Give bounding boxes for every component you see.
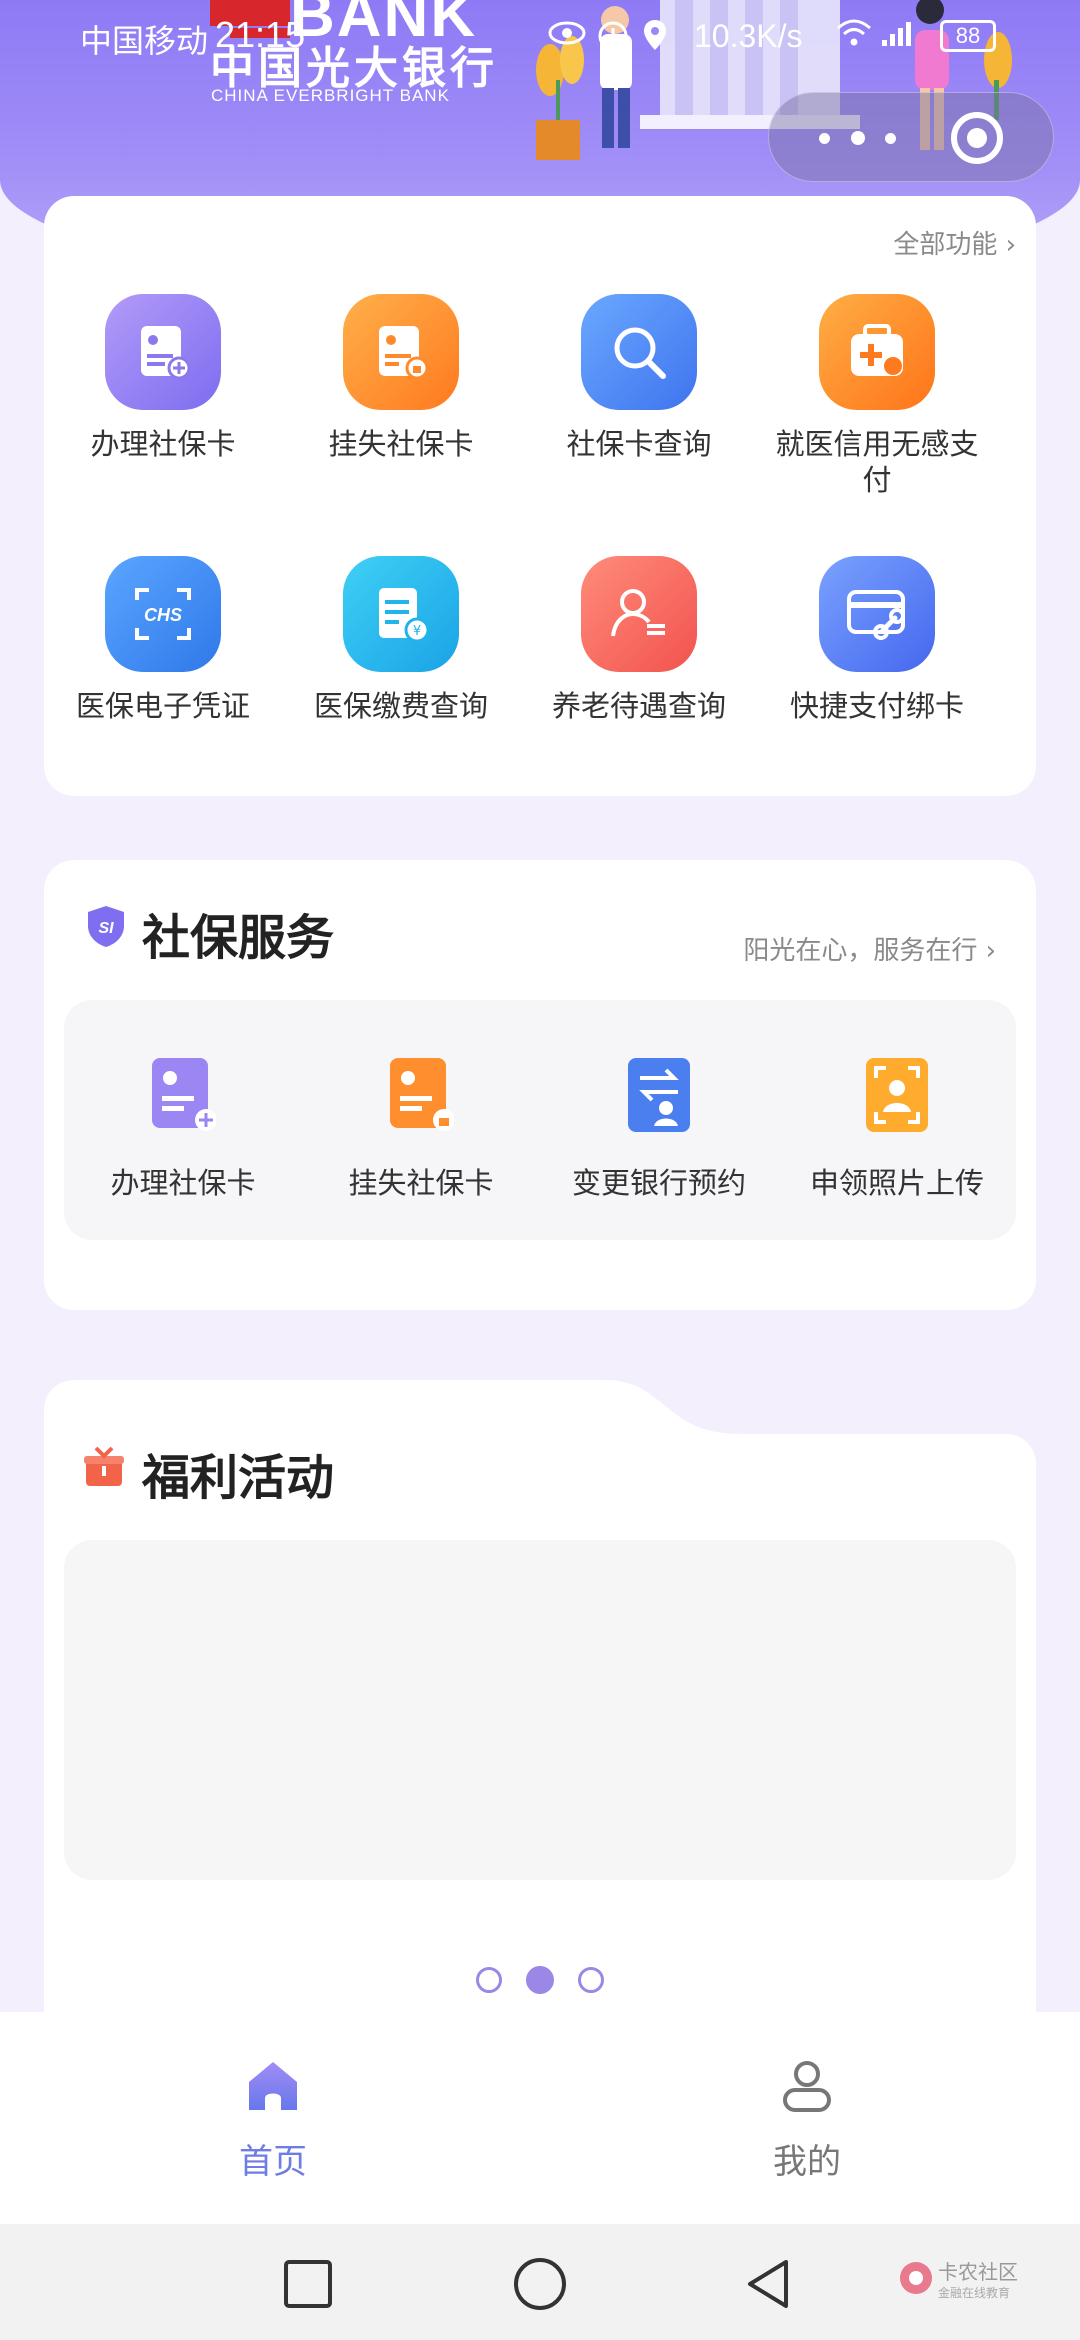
service-slogan-link[interactable]: 阳光在心，服务在行 ›: [743, 930, 996, 967]
svg-text:¥: ¥: [413, 624, 421, 639]
gift-icon: [84, 1446, 124, 1486]
tab-home[interactable]: 首页: [173, 2056, 373, 2183]
watermark-logo-icon: [900, 2262, 932, 2294]
clock: 21:15: [215, 14, 306, 55]
service-panel: 办理社保卡 挂失社保卡 变更银行预约 申领照片上传: [64, 1000, 1016, 1240]
recent-apps-icon[interactable]: [278, 2254, 338, 2314]
bank-name-en: CHINA EVERBRIGHT BANK: [211, 86, 450, 105]
function-report-lost[interactable]: 挂失社保卡: [282, 288, 520, 462]
medical-kit-icon: [807, 288, 935, 416]
function-medical-credit-pay[interactable]: 就医信用无感支付: [758, 288, 996, 498]
service-report-lost[interactable]: 挂失社保卡: [302, 1056, 540, 1202]
welfare-banner-placeholder[interactable]: [64, 1540, 1016, 1880]
pension-user-icon: [569, 550, 697, 678]
carousel-dot-active[interactable]: [526, 1966, 554, 1994]
watermark-title: 卡农社区: [938, 2260, 1018, 2284]
all-functions-label: 全部功能: [893, 230, 998, 260]
battery-indicator: 88: [940, 20, 996, 52]
carousel-dot[interactable]: [578, 1967, 604, 1993]
svg-text:CHS: CHS: [144, 605, 182, 625]
service-slogan-label: 阳光在心，服务在行: [743, 936, 978, 966]
close-mini-program-button[interactable]: [951, 112, 1003, 164]
lost-card-icon: [331, 288, 459, 416]
function-label: 快捷支付绑卡: [789, 689, 964, 723]
watermark-subtitle: 金融在线教育: [938, 2286, 1011, 2300]
tab-mine[interactable]: 我的: [707, 2056, 907, 2183]
home-icon: [249, 2062, 297, 2110]
function-label: 办理社保卡: [90, 427, 236, 461]
service-label: 挂失社保卡: [348, 1166, 494, 1200]
function-quick-pay-bind[interactable]: 快捷支付绑卡: [758, 550, 996, 724]
status-bar: 中国移动 21:15 10.3K/s 88: [0, 0, 1080, 74]
function-label: 养老待遇查询: [551, 689, 726, 723]
section-title: 社保服务: [142, 910, 335, 966]
carousel-dot[interactable]: [476, 1967, 502, 1993]
function-medical-e-voucher[interactable]: CHS 医保电子凭证: [44, 550, 282, 724]
back-icon[interactable]: [738, 2254, 798, 2314]
lost-card-icon: [390, 1058, 455, 1131]
function-label: 医保缴费查询: [313, 689, 488, 723]
si-shield-icon: SI: [88, 906, 124, 947]
function-apply-card[interactable]: 办理社保卡: [44, 288, 282, 462]
payment-doc-icon: ¥: [331, 550, 459, 678]
chevron-right-icon: ›: [977, 936, 996, 966]
mini-program-capsule: [768, 92, 1054, 182]
chevron-right-icon: ›: [997, 230, 1016, 260]
chs-scan-icon: CHS: [93, 550, 221, 678]
carousel-indicator: [44, 1966, 1036, 1994]
signal-icon: [880, 18, 920, 56]
eye-icon: [548, 18, 586, 56]
swap-user-icon: [628, 1058, 690, 1132]
function-label: 挂失社保卡: [328, 427, 474, 461]
function-payment-query[interactable]: ¥ 医保缴费查询: [282, 550, 520, 724]
service-apply-card[interactable]: 办理社保卡: [64, 1056, 302, 1202]
user-icon: [783, 2061, 831, 2112]
wifi-icon: [836, 18, 872, 56]
search-icon: [569, 288, 697, 416]
function-card-query[interactable]: 社保卡查询: [520, 288, 758, 462]
function-label: 就医信用无感支付: [775, 427, 979, 497]
welfare-card: 福利活动: [44, 1380, 1036, 2020]
alarm-icon: [596, 18, 630, 60]
system-navigation-bar: 卡农社区 金融在线教育: [0, 2224, 1080, 2340]
home-button-icon[interactable]: [510, 2254, 570, 2314]
more-options-button[interactable]: [809, 115, 909, 161]
service-label: 申领照片上传: [809, 1166, 984, 1200]
add-card-icon: [152, 1058, 217, 1131]
add-card-icon: [93, 288, 221, 416]
function-label: 社保卡查询: [566, 427, 712, 461]
function-label: 医保电子凭证: [75, 689, 250, 723]
all-functions-link[interactable]: 全部功能 ›: [893, 224, 1016, 261]
card-link-icon: [807, 550, 935, 678]
location-icon: [642, 18, 668, 60]
network-speed: 10.3K/s: [694, 18, 803, 54]
social-security-service-card: SI 社保服务 阳光在心，服务在行 › 办理社保卡 挂失社保卡 变更银行预约 申…: [44, 860, 1036, 1310]
service-label: 变更银行预约: [571, 1166, 746, 1200]
service-change-bank[interactable]: 变更银行预约: [540, 1056, 778, 1202]
bottom-tab-bar: 首页 我的: [0, 2012, 1080, 2224]
photo-frame-icon: [866, 1058, 928, 1132]
watermark: 卡农社区 金融在线教育: [898, 2256, 1048, 2316]
tab-label: 首页: [239, 2142, 307, 2182]
carrier-label: 中国移动: [80, 22, 209, 60]
svg-text:SI: SI: [98, 920, 114, 937]
service-photo-upload[interactable]: 申领照片上传: [778, 1056, 1016, 1202]
function-card: 全部功能 › 办理社保卡 挂失社保卡 社保卡查询 就医信用无感支付 CHS 医保…: [44, 196, 1036, 796]
service-label: 办理社保卡: [110, 1166, 256, 1200]
tab-label: 我的: [773, 2142, 841, 2182]
function-pension-query[interactable]: 养老待遇查询: [520, 550, 758, 724]
section-title: 福利活动: [142, 1450, 335, 1506]
